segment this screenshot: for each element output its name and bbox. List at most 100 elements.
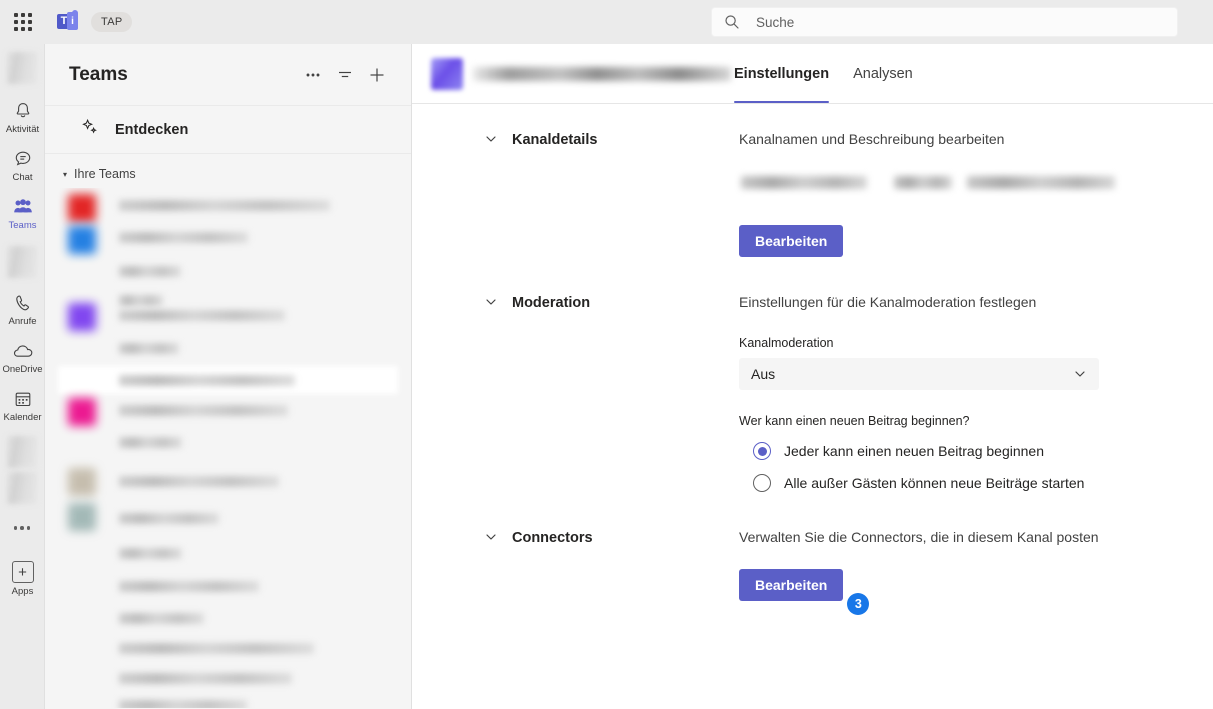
section-header[interactable]: Connectors (484, 528, 739, 601)
team-avatar[interactable] (68, 303, 96, 331)
channel-avatar (431, 57, 463, 90)
section-connectors: Connectors Verwalten Sie die Connectors,… (412, 528, 1213, 615)
channel-name[interactable] (119, 673, 292, 684)
section-title: Moderation (512, 295, 591, 311)
rail-blurred-app-3[interactable] (7, 472, 37, 504)
channel-name[interactable] (119, 613, 204, 624)
grid-dot (14, 13, 18, 17)
radio-option-everyone[interactable]: Jeder kann einen neuen Beitrag beginnen (739, 442, 1213, 460)
search-placeholder: Suche (756, 14, 795, 30)
team-avatar[interactable] (68, 398, 96, 426)
teams-icon (12, 195, 34, 218)
grid-dot (21, 27, 25, 31)
sidebar-item-onedrive[interactable]: OneDrive (0, 332, 45, 380)
app-grid-icon[interactable] (8, 7, 38, 37)
sidebar-item-label: Anrufe (8, 316, 37, 327)
blurred-line (741, 176, 867, 189)
channel-name[interactable] (119, 266, 181, 277)
sidebar-item-teams[interactable]: Teams (0, 188, 45, 236)
team-avatar[interactable] (68, 468, 96, 496)
channel-name[interactable] (119, 700, 247, 708)
teams-panel-header: Teams (45, 44, 411, 106)
section-title: Connectors (512, 530, 593, 546)
radio-button-selected[interactable] (753, 442, 771, 460)
discover-label: Entdecken (115, 121, 189, 138)
sidebar-item-chat[interactable]: Chat (0, 140, 45, 188)
tab-einstellungen[interactable]: Einstellungen (722, 44, 841, 103)
your-teams-group-header[interactable]: ▾ Ihre Teams (45, 160, 411, 188)
channel-title-blurred (473, 66, 731, 81)
sidebar-item-label: Chat (12, 172, 33, 183)
channel-name[interactable] (119, 548, 182, 559)
radio-option-except-guests[interactable]: Alle außer Gästen können neue Beiträge s… (739, 474, 1213, 492)
chevron-down-icon (1073, 367, 1087, 381)
channel-name[interactable] (119, 295, 163, 306)
team-name[interactable] (119, 310, 285, 321)
rail-avatar-blurred[interactable] (7, 52, 37, 84)
sidebar-item-anrufe[interactable]: Anrufe (0, 284, 45, 332)
channel-name[interactable] (119, 643, 314, 654)
team-name[interactable] (119, 232, 248, 243)
main-content: Einstellungen Analysen Kanaldetails Kana… (412, 44, 1213, 709)
blurred-line (967, 176, 1115, 189)
teams-list-content (45, 188, 411, 708)
grid-dot (28, 20, 32, 24)
left-rail: Aktivität Chat Teams Anrufe OneDrive Kal… (0, 44, 45, 709)
post-permission-question: Wer kann einen neuen Beitrag beginnen? (739, 414, 970, 428)
more-options-icon[interactable] (297, 59, 329, 91)
grid-dot (28, 13, 32, 17)
cloud-icon (12, 339, 34, 362)
teams-list[interactable] (45, 188, 411, 708)
your-teams-label: Ihre Teams (74, 167, 136, 181)
section-header[interactable]: Kanaldetails (484, 130, 739, 257)
section-header[interactable]: Moderation (484, 293, 739, 492)
team-name[interactable] (119, 405, 288, 416)
chevron-down-icon[interactable] (484, 295, 498, 309)
dot (20, 526, 24, 530)
section-description: Einstellungen für die Kanalmoderation fe… (739, 294, 1037, 310)
edit-channel-details-button[interactable]: Bearbeiten (739, 225, 844, 257)
grid-dot (21, 13, 25, 17)
join-or-create-team-icon[interactable] (361, 59, 393, 91)
rail-blurred-app[interactable] (7, 246, 37, 278)
section-body: Einstellungen für die Kanalmoderation fe… (739, 293, 1213, 492)
chevron-down-icon[interactable] (484, 530, 498, 544)
team-avatar[interactable] (68, 226, 96, 254)
chevron-down-icon[interactable] (484, 132, 498, 146)
sidebar-item-kalender[interactable]: Kalender (0, 380, 45, 428)
team-name[interactable] (119, 200, 330, 211)
edit-connectors-button[interactable]: Bearbeiten (739, 569, 844, 601)
channel-description-blurred (739, 173, 1117, 203)
ellipsis-icon[interactable] (0, 516, 44, 540)
team-name[interactable] (119, 476, 279, 487)
teams-logo-icon[interactable]: T i (55, 10, 79, 34)
search-input[interactable]: Suche (711, 7, 1178, 37)
teams-app-window: T i TAP Suche Aktivität Chat Teams Anruf… (0, 0, 1213, 709)
team-avatar[interactable] (68, 503, 96, 531)
kanalmoderation-label: Kanalmoderation (739, 336, 834, 350)
tab-label: Einstellungen (734, 65, 830, 82)
radio-label: Jeder kann einen neuen Beitrag beginnen (784, 443, 1044, 459)
discover-button[interactable]: Entdecken (45, 106, 411, 154)
kanalmoderation-select[interactable]: Aus (739, 358, 1099, 390)
tab-analysen[interactable]: Analysen (841, 44, 925, 103)
section-body: Verwalten Sie die Connectors, die in die… (739, 528, 1213, 615)
sidebar-item-label: OneDrive (2, 364, 43, 375)
top-bar: T i TAP Suche (0, 0, 1213, 44)
page-title: Teams (69, 63, 128, 85)
grid-dot (21, 20, 25, 24)
channel-name[interactable] (119, 581, 259, 592)
section-title: Kanaldetails (512, 132, 598, 148)
search-icon (725, 15, 739, 29)
sidebar-item-aktivitaet[interactable]: Aktivität (0, 92, 45, 140)
rail-blurred-app-2[interactable] (7, 436, 37, 468)
team-name[interactable] (119, 513, 219, 524)
channel-name[interactable] (119, 375, 295, 386)
channel-name[interactable] (119, 343, 179, 354)
radio-button[interactable] (753, 474, 771, 492)
sidebar-item-label: Aktivität (5, 124, 40, 135)
filter-icon[interactable] (329, 59, 361, 91)
sidebar-item-apps[interactable]: + Apps (0, 554, 45, 602)
team-avatar[interactable] (68, 194, 96, 222)
channel-name[interactable] (119, 437, 182, 448)
